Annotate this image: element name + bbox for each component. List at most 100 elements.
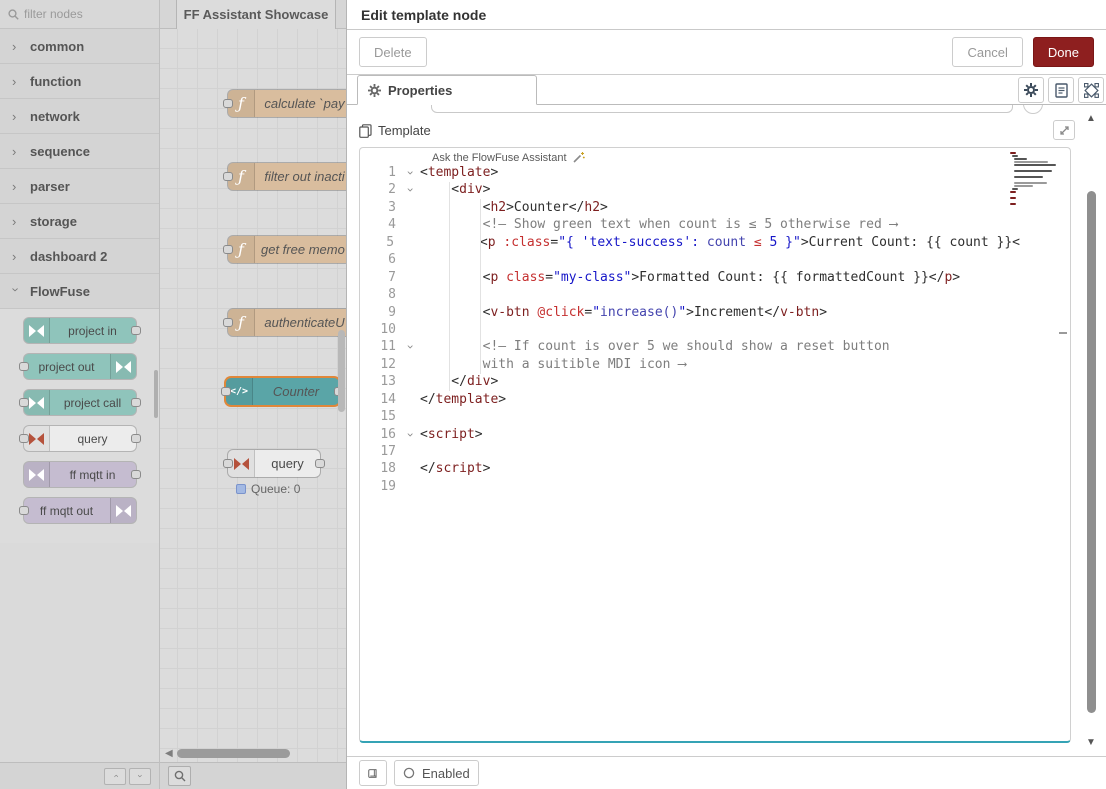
docs-button[interactable]: [359, 760, 387, 786]
flow-node-label: get free memo: [255, 242, 346, 257]
flowfuse-logo-icon: [110, 498, 136, 523]
workspace-tabbar: FF Assistant Showcase: [160, 0, 346, 29]
edit-template-dialog: Edit template node Delete Cancel Done Pr…: [346, 0, 1106, 789]
node-description-button[interactable]: [1048, 77, 1074, 103]
palette-node-project-call[interactable]: project call: [24, 390, 136, 415]
minimap-row: [1010, 203, 1016, 205]
palette-category-sequence[interactable]: ›sequence: [0, 134, 159, 169]
palette-category-label: function: [30, 74, 81, 89]
workspace-tab[interactable]: FF Assistant Showcase: [176, 0, 336, 29]
scroll-up-arrow-icon[interactable]: ▲: [1086, 113, 1096, 124]
tab-properties[interactable]: Properties: [357, 75, 537, 105]
flow-node-counter[interactable]: </>Counter: [226, 378, 339, 405]
code-line-6: 6: [360, 251, 1020, 268]
collapse-all-button[interactable]: ›: [104, 768, 126, 785]
scroll-left-arrow-icon[interactable]: ◀: [165, 748, 173, 759]
palette-category-label: FlowFuse: [30, 284, 90, 299]
editor-expand-button[interactable]: [1053, 120, 1075, 140]
search-zoom-button[interactable]: [168, 766, 191, 786]
status-dot-icon: [236, 484, 246, 494]
node-settings-button[interactable]: [1018, 77, 1044, 103]
minimap-row: [1010, 194, 1060, 196]
chevron-down-icon: ›: [9, 287, 24, 295]
palette-node-project-out[interactable]: project out: [24, 354, 136, 379]
scroll-down-arrow-icon[interactable]: ▼: [1086, 737, 1096, 748]
minimap-row: [1010, 152, 1016, 154]
cancel-button[interactable]: Cancel: [952, 37, 1022, 67]
node-port-out: [131, 326, 141, 335]
palette-scrollbar[interactable]: [154, 370, 158, 418]
flow-node-query[interactable]: query: [228, 450, 320, 477]
palette-node-ff-mqtt-out[interactable]: ff mqtt out: [24, 498, 136, 523]
dialog-scroll-thumb[interactable]: [1087, 191, 1096, 713]
minimap-row: [1012, 155, 1018, 157]
done-button[interactable]: Done: [1033, 37, 1094, 67]
palette-category-flowfuse[interactable]: › FlowFuse: [0, 274, 159, 309]
flow-node-calculate-pay[interactable]: ƒcalculate `pay: [228, 90, 346, 117]
palette-node-project-in[interactable]: project in: [24, 318, 136, 343]
node-port-out: [131, 470, 141, 479]
palette-category-function[interactable]: ›function: [0, 64, 159, 99]
palette-flowfuse-nodes: project in project out project call query ff…: [0, 309, 159, 543]
enabled-toggle-button[interactable]: Enabled: [394, 760, 479, 786]
palette-node-ff-mqtt-in[interactable]: ff mqtt in: [24, 462, 136, 487]
editor-minimap[interactable]: [1010, 152, 1060, 200]
name-field-remnant[interactable]: [431, 105, 1013, 113]
minimap-row: [1014, 158, 1027, 160]
palette-category-label: network: [30, 109, 80, 124]
fold-chevron-icon[interactable]: ›: [402, 181, 418, 198]
canvas-hscrollbar[interactable]: ◀: [160, 748, 346, 760]
assistant-prompt[interactable]: Ask the FlowFuse Assistant: [432, 151, 585, 164]
palette-category-common[interactable]: › common: [0, 29, 159, 64]
code-line-4: 4 <!— Show green text when count is ≤ 5 …: [360, 216, 1020, 233]
code-editor[interactable]: Ask the FlowFuse Assistant 1›<template>2…: [359, 147, 1071, 743]
minimap-row: [1010, 206, 1060, 208]
fold-chevron-icon[interactable]: ›: [402, 338, 418, 355]
palette-category-dashboard-2[interactable]: ›dashboard 2: [0, 239, 159, 274]
node-port-in: [223, 245, 233, 254]
dialog-bottom-bar: Enabled: [347, 756, 1106, 789]
chevron-right-icon: ›: [12, 39, 20, 54]
palette-filter-input[interactable]: [24, 7, 144, 21]
flow-node-label: Counter: [253, 384, 339, 399]
expand-all-button[interactable]: ›: [129, 768, 151, 785]
code-line-8: 8: [360, 286, 1020, 303]
overview-ruler-mark: [1059, 332, 1067, 334]
palette-category-label: parser: [30, 179, 70, 194]
node-appearance-button[interactable]: [1078, 77, 1104, 103]
dialog-title: Edit template node: [347, 0, 1106, 30]
node-port-in: [223, 459, 233, 468]
palette-category-network[interactable]: ›network: [0, 99, 159, 134]
flow-node-authenticateu[interactable]: ƒauthenticateU: [228, 309, 346, 336]
flow-node-get-free-memo[interactable]: ƒget free memo: [228, 236, 346, 263]
code-line-15: 15: [360, 408, 1020, 425]
dialog-scrollbar[interactable]: ▲ ▼: [1084, 105, 1100, 756]
flow-canvas[interactable]: FF Assistant Showcase ƒcalculate `pay ƒfi…: [160, 0, 346, 789]
code-line-18: 18</script>: [360, 460, 1020, 477]
minimap-row: [1010, 179, 1060, 181]
indent-guide: [480, 199, 481, 374]
palette-node-label: ff mqtt in: [50, 468, 136, 482]
flow-node-filter-out-inacti[interactable]: ƒfilter out inacti: [228, 163, 346, 190]
palette-category-label: common: [30, 39, 84, 54]
appearance-frame-icon: [1084, 83, 1099, 98]
palette-node-label: project call: [50, 396, 136, 410]
node-port-in: [19, 398, 29, 407]
node-port-out: [131, 398, 141, 407]
node-port-in: [223, 99, 233, 108]
node-status: Queue: 0: [236, 482, 300, 496]
minimap-row: [1014, 176, 1043, 178]
palette-node-query[interactable]: query: [24, 426, 136, 451]
node-port-in: [19, 434, 29, 443]
fold-chevron-icon[interactable]: ›: [402, 426, 418, 443]
fold-chevron-icon[interactable]: ›: [402, 164, 418, 181]
canvas-footer: [160, 762, 346, 789]
code-line-19: 19: [360, 478, 1020, 495]
canvas-vscrollbar[interactable]: [338, 330, 345, 412]
delete-button[interactable]: Delete: [359, 37, 427, 67]
gear-icon: [368, 84, 381, 97]
palette-category-storage[interactable]: ›storage: [0, 204, 159, 239]
dialog-content: Template Ask the FlowFuse Assistant 1›<t…: [347, 105, 1106, 756]
palette-category-parser[interactable]: ›parser: [0, 169, 159, 204]
hscroll-thumb[interactable]: [177, 749, 290, 758]
